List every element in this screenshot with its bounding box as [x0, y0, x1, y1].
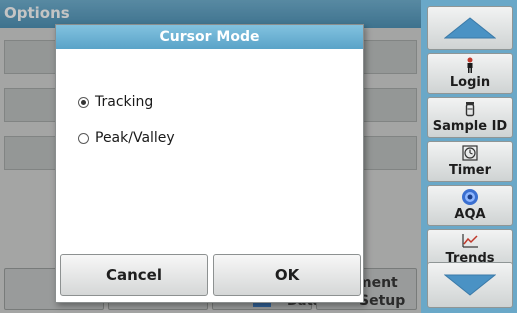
tracking-label: Tracking — [95, 94, 154, 110]
timer-button[interactable]: Timer — [427, 141, 513, 182]
aqa-label: AQA — [454, 207, 486, 222]
aqa-button[interactable]: AQA — [427, 185, 513, 226]
vial-icon — [465, 102, 475, 117]
aqa-icon — [462, 189, 478, 205]
dialog-title: Cursor Mode — [56, 25, 363, 49]
sample-id-label: Sample ID — [432, 119, 508, 134]
sample-id-button[interactable]: Sample ID — [427, 97, 513, 138]
cursor-mode-dialog: Cursor Mode Tracking Peak/Valley Cancel … — [55, 24, 364, 303]
scroll-up-button[interactable] — [427, 6, 513, 50]
trends-icon — [462, 234, 478, 248]
peak-valley-label: Peak/Valley — [95, 130, 175, 146]
cancel-button[interactable]: Cancel — [60, 254, 208, 296]
radio-selected-dot — [81, 99, 86, 105]
tracking-radio[interactable] — [78, 96, 89, 108]
right-sidebar: Login Sample ID Timer AQA Trends — [421, 0, 517, 313]
peak-valley-radio[interactable] — [78, 132, 89, 144]
person-icon — [467, 57, 473, 73]
scroll-down-button[interactable] — [427, 262, 513, 308]
login-label: Login — [449, 75, 491, 90]
cursor-mode-screen: Options Data ment Setup — [0, 0, 517, 313]
up-arrow-icon — [444, 17, 496, 39]
down-arrow-icon — [444, 274, 496, 296]
tracking-option[interactable]: Tracking — [78, 91, 153, 113]
timer-icon — [462, 145, 478, 161]
peak-valley-option[interactable]: Peak/Valley — [78, 127, 175, 149]
timer-label: Timer — [448, 163, 492, 178]
login-button[interactable]: Login — [427, 53, 513, 94]
ok-button[interactable]: OK — [213, 254, 361, 296]
